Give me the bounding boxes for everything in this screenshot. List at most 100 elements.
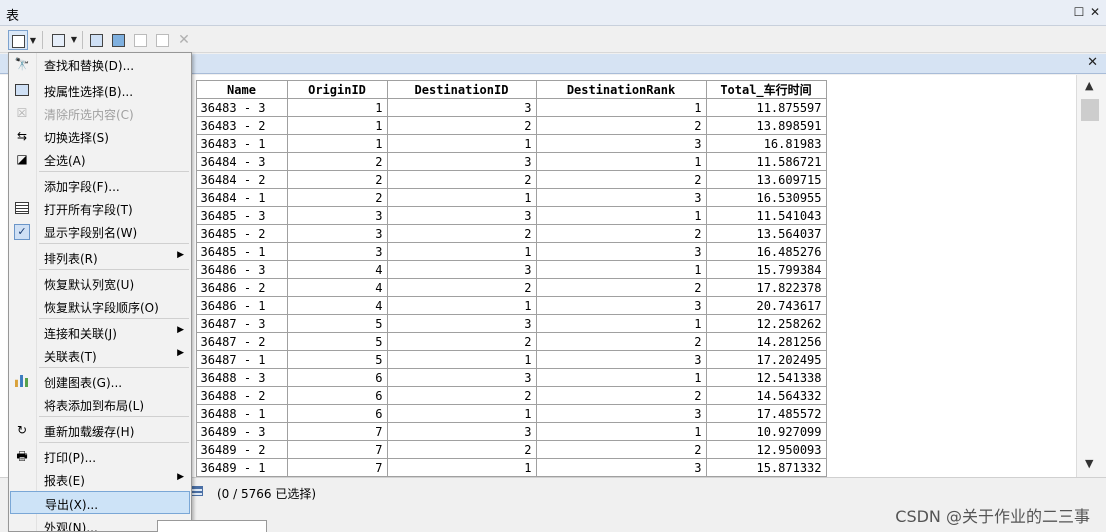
clear-selection-toolbar-button[interactable] — [130, 30, 150, 50]
scrollbar-thumb[interactable] — [1081, 99, 1099, 121]
menu-item[interactable]: 报表(E) ▶ — [10, 468, 190, 491]
menu-item[interactable]: 按属性选择(B)... — [10, 79, 190, 102]
menu-item[interactable]: 导出(X)... — [10, 491, 190, 514]
table-cell[interactable]: 2 — [286, 170, 388, 189]
table-cell[interactable]: 12.950093 — [705, 440, 827, 459]
table-cell[interactable]: 36485 - 3 — [195, 206, 288, 225]
table-cell[interactable]: 1 — [386, 134, 537, 153]
table-cell[interactable]: 1 — [386, 188, 537, 207]
menu-item[interactable]: 连接和关联(J) ▶ — [10, 321, 190, 344]
column-header[interactable]: DestinationID — [386, 80, 537, 99]
related-tables-button[interactable]: ▼ — [48, 30, 77, 50]
column-header[interactable]: Total_车行时间 — [705, 80, 827, 99]
table-cell[interactable]: 36489 - 3 — [195, 422, 288, 441]
table-cell[interactable]: 36486 - 1 — [195, 296, 288, 315]
table-cell[interactable]: 36489 - 2 — [195, 440, 288, 459]
table-cell[interactable]: 2 — [386, 224, 537, 243]
table-cell[interactable]: 1 — [535, 152, 707, 171]
table-cell[interactable]: 5 — [286, 332, 388, 351]
table-cell[interactable]: 20.743617 — [705, 296, 827, 315]
table-cell[interactable]: 1 — [386, 404, 537, 423]
table-cell[interactable]: 2 — [386, 386, 537, 405]
table-cell[interactable]: 12.258262 — [705, 314, 827, 333]
menu-item[interactable]: 创建图表(G)... — [10, 370, 190, 393]
table-cell[interactable]: 6 — [286, 368, 388, 387]
table-cell[interactable]: 2 — [535, 440, 707, 459]
column-header[interactable]: OriginID — [286, 80, 388, 99]
menu-item[interactable]: 🔭 查找和替换(D)... — [10, 53, 190, 76]
table-cell[interactable]: 5 — [286, 314, 388, 333]
table-options-button[interactable]: ▼ — [8, 30, 36, 50]
column-header[interactable]: DestinationRank — [535, 80, 707, 99]
table-cell[interactable]: 3 — [386, 98, 537, 117]
table-cell[interactable]: 17.822378 — [705, 278, 827, 297]
table-cell[interactable]: 4 — [286, 296, 388, 315]
table-cell[interactable]: 3 — [386, 152, 537, 171]
table-cell[interactable]: 2 — [386, 440, 537, 459]
switch-selection-toolbar-button[interactable] — [108, 30, 128, 50]
table-cell[interactable]: 11.875597 — [705, 98, 827, 117]
table-cell[interactable]: 36484 - 1 — [195, 188, 288, 207]
table-cell[interactable]: 13.898591 — [705, 116, 827, 135]
table-cell[interactable]: 36483 - 1 — [195, 134, 288, 153]
table-cell[interactable]: 36486 - 3 — [195, 260, 288, 279]
table-cell[interactable]: 36486 - 2 — [195, 278, 288, 297]
table-cell[interactable]: 1 — [535, 98, 707, 117]
table-cell[interactable]: 3 — [535, 296, 707, 315]
table-cell[interactable]: 4 — [286, 278, 388, 297]
table-cell[interactable]: 13.609715 — [705, 170, 827, 189]
table-cell[interactable]: 14.281256 — [705, 332, 827, 351]
table-cell[interactable]: 36489 - 1 — [195, 458, 288, 477]
table-cell[interactable]: 36488 - 2 — [195, 386, 288, 405]
table-cell[interactable]: 36484 - 2 — [195, 170, 288, 189]
close-table-tab-button[interactable]: ✕ — [1087, 55, 1098, 70]
table-cell[interactable]: 6 — [286, 404, 388, 423]
table-cell[interactable]: 3 — [286, 224, 388, 243]
table-cell[interactable]: 15.871332 — [705, 458, 827, 477]
table-cell[interactable]: 36485 - 2 — [195, 224, 288, 243]
table-cell[interactable]: 2 — [535, 386, 707, 405]
table-cell[interactable]: 36483 - 3 — [195, 98, 288, 117]
menu-item[interactable]: 打开所有字段(T) — [10, 197, 190, 220]
table-cell[interactable]: 1 — [535, 314, 707, 333]
table-cell[interactable]: 16.81983 — [705, 134, 827, 153]
table-cell[interactable]: 15.799384 — [705, 260, 827, 279]
table-cell[interactable]: 6 — [286, 386, 388, 405]
show-all-records-icon[interactable] — [191, 486, 203, 496]
table-cell[interactable]: 36487 - 3 — [195, 314, 288, 333]
table-cell[interactable]: 3 — [386, 368, 537, 387]
table-cell[interactable]: 3 — [535, 350, 707, 369]
select-by-attributes-toolbar-button[interactable] — [86, 30, 106, 50]
menu-item[interactable]: ⇆ 切换选择(S) — [10, 125, 190, 148]
table-cell[interactable]: 36488 - 3 — [195, 368, 288, 387]
table-cell[interactable]: 1 — [386, 350, 537, 369]
table-cell[interactable]: 2 — [386, 116, 537, 135]
table-cell[interactable]: 1 — [386, 458, 537, 477]
table-cell[interactable]: 2 — [286, 152, 388, 171]
table-cell[interactable]: 3 — [535, 242, 707, 261]
menu-item[interactable]: ✓ 显示字段别名(W) — [10, 220, 190, 243]
scroll-up-icon[interactable]: ▲ — [1085, 79, 1093, 92]
table-cell[interactable]: 2 — [386, 332, 537, 351]
table-cell[interactable]: 36488 - 1 — [195, 404, 288, 423]
table-cell[interactable]: 3 — [286, 242, 388, 261]
menu-item[interactable]: 恢复默认字段顺序(O) — [10, 295, 190, 318]
table-cell[interactable]: 17.485572 — [705, 404, 827, 423]
table-cell[interactable]: 36485 - 1 — [195, 242, 288, 261]
table-cell[interactable]: 5 — [286, 350, 388, 369]
table-cell[interactable]: 1 — [535, 368, 707, 387]
table-cell[interactable]: 1 — [286, 98, 388, 117]
table-cell[interactable]: 36487 - 2 — [195, 332, 288, 351]
scroll-down-icon[interactable]: ▼ — [1085, 457, 1093, 470]
table-cell[interactable]: 1 — [535, 260, 707, 279]
table-cell[interactable]: 2 — [535, 116, 707, 135]
menu-item[interactable]: 恢复默认列宽(U) — [10, 272, 190, 295]
table-cell[interactable]: 7 — [286, 422, 388, 441]
table-cell[interactable]: 2 — [535, 224, 707, 243]
restore-window-button[interactable]: ☐ — [1072, 5, 1086, 19]
table-cell[interactable]: 16.530955 — [705, 188, 827, 207]
table-cell[interactable]: 3 — [535, 404, 707, 423]
table-cell[interactable]: 4 — [286, 260, 388, 279]
table-cell[interactable]: 2 — [386, 278, 537, 297]
table-cell[interactable]: 12.541338 — [705, 368, 827, 387]
